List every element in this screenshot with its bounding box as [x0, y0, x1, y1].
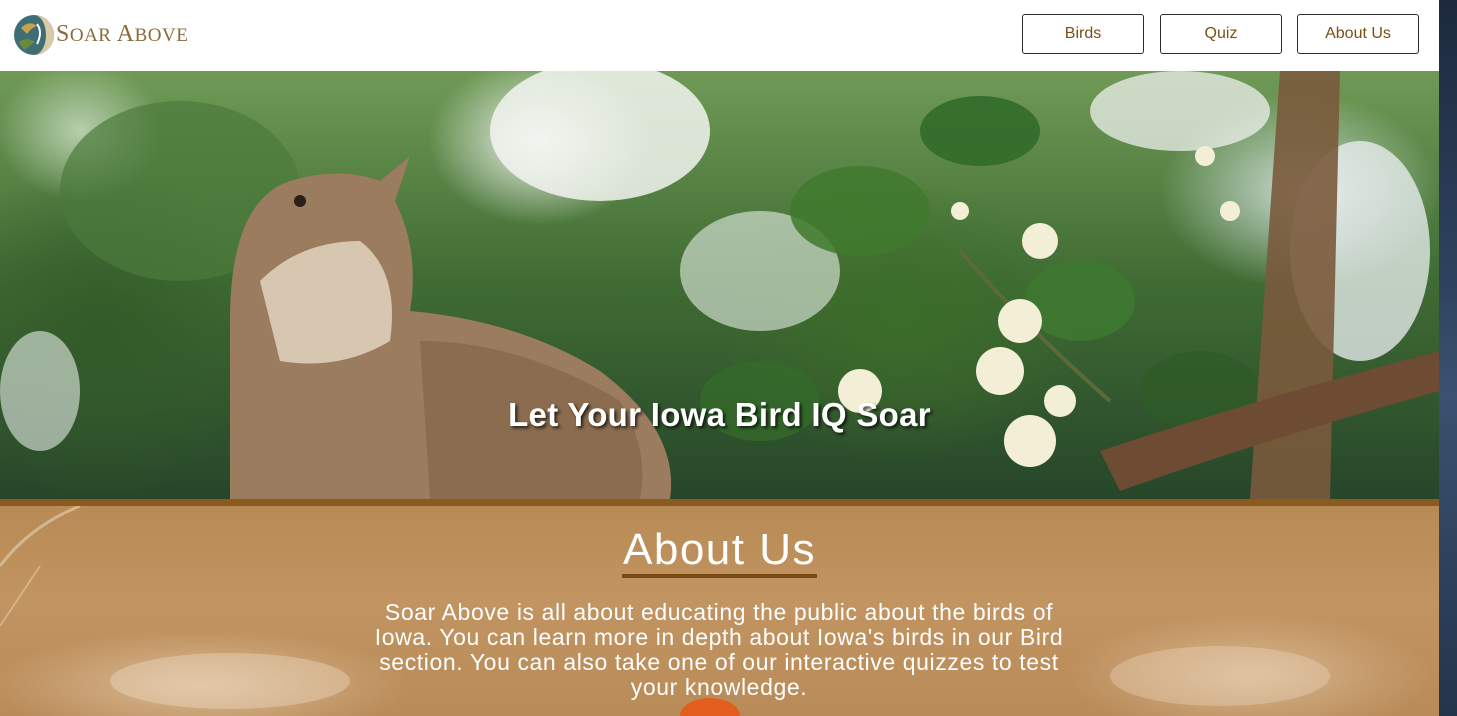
- about-section: About Us Soar Above is all about educati…: [0, 506, 1439, 716]
- section-divider: [0, 499, 1439, 506]
- site-header: SOAR ABOVE Birds Quiz About Us: [0, 0, 1439, 71]
- nav-birds-button[interactable]: Birds: [1022, 14, 1144, 54]
- logo-wordmark: SOAR ABOVE: [56, 21, 189, 47]
- page: SOAR ABOVE Birds Quiz About Us Let Your …: [0, 0, 1439, 716]
- desktop-background-strip: [1439, 0, 1457, 716]
- bird-logo-icon: [13, 14, 55, 56]
- hero-background-image: [0, 71, 1439, 499]
- nav-quiz-button[interactable]: Quiz: [1160, 14, 1282, 54]
- hero-banner: Let Your Iowa Bird IQ Soar: [0, 71, 1439, 499]
- site-logo[interactable]: SOAR ABOVE: [13, 14, 188, 56]
- about-heading: About Us: [0, 526, 1439, 578]
- nav-about-us-button[interactable]: About Us: [1297, 14, 1419, 54]
- hero-title: Let Your Iowa Bird IQ Soar: [508, 396, 931, 433]
- about-description: Soar Above is all about educating the pu…: [374, 599, 1064, 700]
